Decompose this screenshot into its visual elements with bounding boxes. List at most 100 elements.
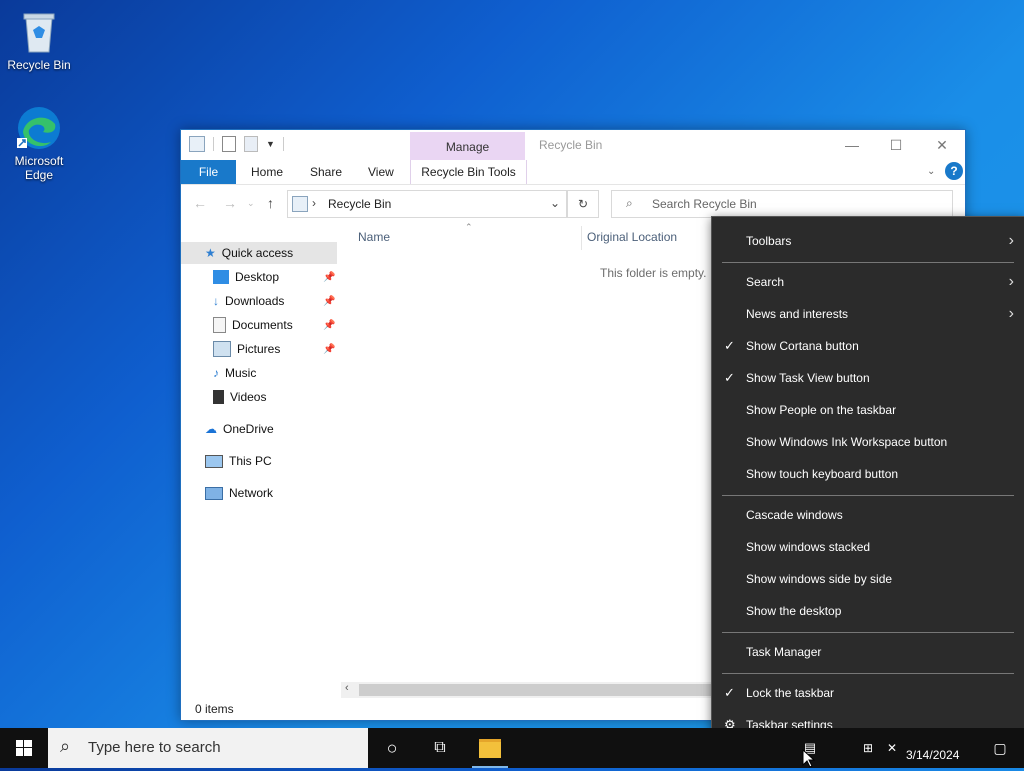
network-icon: [205, 486, 223, 500]
search-icon: ⌕: [626, 196, 633, 210]
expand-ribbon-icon[interactable]: ⌄: [927, 160, 935, 184]
nav-label: Network: [229, 486, 274, 500]
taskbar-date[interactable]: 3/14/2024: [906, 748, 959, 762]
pin-icon: 📌: [323, 344, 336, 355]
menu-item-cascade-windows[interactable]: Cascade windows: [712, 499, 1024, 531]
checkmark-icon: ✓: [724, 338, 735, 353]
nav-label: Pictures: [237, 342, 281, 356]
desktop-icon-recycle-bin[interactable]: Recycle Bin: [1, 8, 77, 72]
menu-label: Show People on the taskbar: [746, 403, 897, 417]
menu-item-search[interactable]: Search ›: [712, 266, 1024, 298]
new-folder-icon[interactable]: [244, 136, 258, 152]
star-icon: ★: [205, 246, 216, 260]
desktop-icon-microsoft-edge[interactable]: Microsoft Edge: [1, 104, 77, 182]
music-note-icon: ♪: [213, 366, 219, 380]
menu-separator: [722, 673, 1014, 674]
nav-label: OneDrive: [223, 422, 274, 436]
column-header-original-location[interactable]: Original Location: [587, 230, 677, 244]
menu-item-show-people[interactable]: Show People on the taskbar: [712, 394, 1024, 426]
taskbar-search-box[interactable]: ⌕ Type here to search: [48, 728, 368, 768]
close-button[interactable]: ✕: [919, 130, 965, 160]
pin-icon: 📌: [323, 272, 336, 283]
start-button[interactable]: [0, 728, 48, 768]
refresh-button[interactable]: ↻: [567, 190, 599, 218]
desktop-folder-icon: [213, 270, 229, 284]
file-explorer-icon: [479, 739, 501, 759]
nav-item-documents[interactable]: Documents: [213, 314, 293, 336]
ribbon-tabs: File Home Share View Recycle Bin Tools ⌄…: [181, 160, 965, 185]
window-title: Recycle Bin: [539, 138, 603, 152]
nav-label: Downloads: [225, 294, 285, 308]
tab-view[interactable]: View: [368, 160, 394, 184]
maximize-button[interactable]: ☐: [873, 130, 919, 160]
checkmark-icon: ✓: [724, 370, 735, 385]
cloud-icon: ☁: [205, 422, 217, 436]
search-icon: ⌕: [60, 736, 71, 756]
tab-recycle-bin-tools[interactable]: Recycle Bin Tools: [410, 160, 527, 184]
menu-item-show-touch-keyboard[interactable]: Show touch keyboard button: [712, 458, 1024, 490]
search-box[interactable]: ⌕ Search Recycle Bin: [611, 190, 953, 218]
tab-manage[interactable]: Manage: [410, 132, 525, 160]
computer-icon: [205, 454, 223, 468]
menu-item-show-task-view-button[interactable]: ✓ Show Task View button: [712, 362, 1024, 394]
recent-locations-icon[interactable]: ⌄: [247, 198, 255, 209]
nav-item-this-pc[interactable]: This PC: [205, 450, 272, 472]
menu-item-show-the-desktop[interactable]: Show the desktop: [712, 595, 1024, 627]
windows-logo-icon: [16, 740, 32, 756]
navigation-pane: ★ Quick access Desktop 📌 ↓ Downloads 📌 D…: [181, 234, 337, 674]
mouse-cursor-icon: [802, 749, 816, 768]
nav-item-downloads[interactable]: ↓ Downloads: [213, 290, 284, 312]
taskbar-search-placeholder: Type here to search: [88, 739, 221, 756]
back-arrow-icon[interactable]: ←: [193, 195, 207, 211]
column-header-name[interactable]: Name: [358, 230, 390, 244]
videos-icon: [213, 390, 224, 404]
menu-item-show-windows-side-by-side[interactable]: Show windows side by side: [712, 563, 1024, 595]
menu-item-task-manager[interactable]: Task Manager: [712, 636, 1024, 668]
nav-item-onedrive[interactable]: ☁ OneDrive: [205, 418, 274, 440]
nav-item-pictures[interactable]: Pictures: [213, 338, 280, 360]
tab-share[interactable]: Share: [310, 160, 342, 184]
nav-item-desktop[interactable]: Desktop: [213, 266, 279, 288]
nav-item-music[interactable]: ♪ Music: [213, 362, 256, 384]
address-text: Recycle Bin: [328, 197, 392, 211]
menu-item-lock-the-taskbar[interactable]: ✓ Lock the taskbar: [712, 677, 1024, 709]
menu-label: Lock the taskbar: [746, 686, 835, 700]
cortana-icon[interactable]: ○: [368, 728, 416, 768]
network-tray-icon[interactable]: ⊞: [856, 728, 880, 768]
quick-access-toolbar: ▼: [189, 136, 284, 152]
nav-item-quick-access[interactable]: ★ Quick access: [181, 242, 337, 264]
menu-item-show-cortana-button[interactable]: ✓ Show Cortana button: [712, 330, 1024, 362]
file-explorer-taskbar-button[interactable]: [466, 728, 514, 768]
menu-item-toolbars[interactable]: Toolbars ›: [712, 225, 1024, 257]
properties-icon[interactable]: [222, 136, 236, 152]
tab-home[interactable]: Home: [251, 160, 283, 184]
pin-icon: 📌: [323, 320, 336, 331]
menu-label: Show windows side by side: [746, 572, 893, 586]
task-view-icon[interactable]: ⧉: [416, 728, 464, 768]
nav-label: Videos: [230, 390, 267, 404]
empty-folder-message: This folder is empty.: [600, 266, 707, 280]
column-divider[interactable]: [581, 226, 582, 250]
address-dropdown-icon[interactable]: ⌄: [550, 196, 560, 210]
volume-muted-icon[interactable]: ✕: [880, 728, 904, 768]
nav-item-network[interactable]: Network: [205, 482, 273, 504]
menu-item-show-ink-workspace[interactable]: Show Windows Ink Workspace button: [712, 426, 1024, 458]
menu-label: Show Task View button: [746, 371, 870, 385]
up-arrow-icon[interactable]: ↑: [267, 195, 274, 211]
notifications-icon[interactable]: ▢: [980, 728, 1020, 768]
forward-arrow-icon[interactable]: →: [223, 195, 237, 211]
menu-label: Show Cortana button: [746, 339, 859, 353]
address-bar[interactable]: › Recycle Bin ⌄: [287, 190, 567, 218]
menu-item-show-windows-stacked[interactable]: Show windows stacked: [712, 531, 1024, 563]
submenu-chevron-icon: ›: [1008, 273, 1014, 290]
tab-file[interactable]: File: [181, 160, 236, 184]
menu-label: Show windows stacked: [746, 540, 871, 554]
minimize-button[interactable]: —: [829, 130, 875, 160]
nav-item-videos[interactable]: Videos: [213, 386, 266, 408]
customize-toolbar-icon[interactable]: ▼: [266, 139, 275, 149]
help-icon[interactable]: ?: [945, 162, 963, 180]
scroll-left-icon[interactable]: ‹: [345, 682, 349, 694]
menu-label: Show Windows Ink Workspace button: [746, 435, 948, 449]
sort-ascending-icon: ⌃: [465, 222, 473, 232]
menu-item-news-and-interests[interactable]: News and interests ›: [712, 298, 1024, 330]
